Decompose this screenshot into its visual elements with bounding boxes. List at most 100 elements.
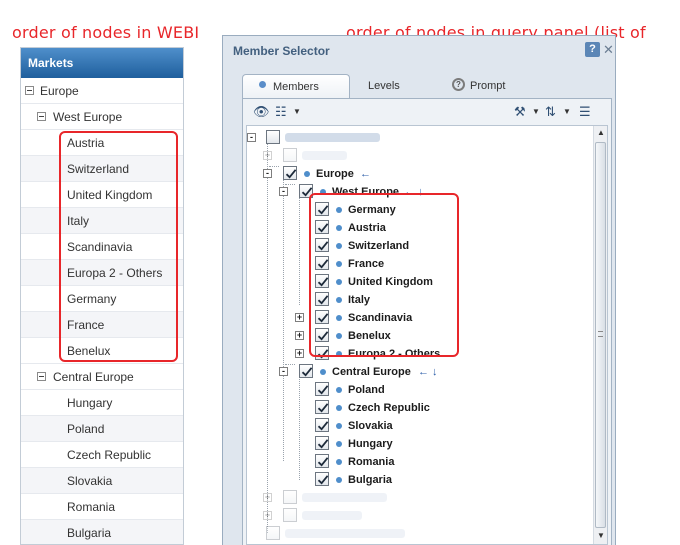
expand-icon[interactable]: + (263, 511, 272, 520)
tree-row-country[interactable]: Hungary (247, 435, 587, 453)
member-checkbox[interactable] (315, 382, 329, 396)
collapse-icon[interactable]: - (279, 367, 288, 376)
member-label: Bulgaria (348, 474, 393, 486)
tree-row-europe[interactable]: - Europe ← (247, 165, 587, 183)
member-icon (336, 441, 342, 447)
webi-header: Markets (21, 48, 183, 78)
annotation-webi: order of nodes in WEBI (12, 23, 200, 42)
tree-root[interactable]: - (247, 129, 587, 147)
webi-row[interactable]: Slovakia (21, 468, 183, 494)
help-button[interactable]: ? (585, 42, 600, 57)
view-dropdown-caret[interactable]: ▼ (293, 107, 301, 116)
tab-members-label: Members (273, 81, 319, 93)
tab-members[interactable]: Members (242, 74, 350, 98)
member-label: Czech Republic (348, 402, 430, 414)
member-checkbox[interactable] (315, 454, 329, 468)
member-icon (320, 369, 326, 375)
webi-row[interactable]: Poland (21, 416, 183, 442)
member-checkbox[interactable] (315, 436, 329, 450)
sort-icon[interactable]: ⇅ (545, 104, 556, 120)
scroll-down-arrow[interactable]: ▼ (596, 531, 606, 541)
tree-row-redacted[interactable]: + (247, 489, 587, 507)
member-icon (336, 423, 342, 429)
tree-scrollbar[interactable]: ▲ ▼ (593, 126, 607, 544)
member-label: Slovakia (348, 420, 393, 432)
close-button[interactable]: ✕ (601, 42, 616, 57)
redacted-label (302, 151, 347, 160)
expand-icon[interactable]: + (263, 151, 272, 160)
reorder-arrows-icon[interactable]: ← (360, 165, 371, 183)
member-checkbox[interactable] (299, 364, 313, 378)
collapse-icon[interactable]: - (279, 187, 288, 196)
expand-icon[interactable]: + (263, 493, 272, 502)
member-icon (336, 405, 342, 411)
tree-row-country[interactable]: Romania (247, 453, 587, 471)
hierarchy-view-icon[interactable]: ☷ (275, 104, 287, 120)
redacted-label (285, 529, 405, 538)
webi-row[interactable]: West Europe (21, 104, 183, 130)
member-icon (336, 477, 342, 483)
member-label: Romania (348, 456, 395, 468)
tree-row-country[interactable]: Poland (247, 381, 587, 399)
member-icon (304, 171, 310, 177)
tab-bar: Members Levels ? Prompt (242, 74, 612, 98)
tree-row-country[interactable]: Slovakia (247, 417, 587, 435)
sort-dropdown-caret[interactable]: ▼ (563, 107, 571, 116)
webi-row-label: Czech Republic (67, 448, 152, 462)
member-checkbox[interactable] (315, 400, 329, 414)
tree-row-redacted[interactable]: + (247, 507, 587, 525)
webi-row-label: Central Europe (53, 370, 134, 384)
member-icon (336, 459, 342, 465)
webi-row-label: West Europe (53, 110, 123, 124)
collapse-icon[interactable] (25, 86, 34, 95)
webi-row-label: Poland (67, 422, 105, 436)
tools-icon[interactable]: ⚒ (514, 104, 526, 120)
members-toolbar: 👁 ☷ ▼ ⚒ ▼ ⇅ ▼ ☰ (243, 99, 611, 125)
redacted-label (302, 511, 362, 520)
member-checkbox[interactable] (266, 130, 280, 144)
webi-row[interactable]: Hungary (21, 390, 183, 416)
webi-row[interactable]: Europe (21, 78, 183, 104)
member-checkbox[interactable] (283, 148, 297, 162)
tree-row-central-europe[interactable]: - Central Europe ← ↓ (247, 363, 587, 381)
expand-icon[interactable]: + (295, 331, 304, 340)
collapse-icon[interactable] (37, 112, 46, 121)
webi-row[interactable]: Bulgaria (21, 520, 183, 544)
scroll-up-arrow[interactable]: ▲ (596, 128, 606, 138)
members-icon (259, 81, 266, 88)
webi-row-label: Europe (40, 84, 79, 98)
query-panel-highlight-box (309, 193, 459, 357)
scroll-thumb[interactable] (595, 142, 606, 528)
tree-options-icon[interactable]: ☰ (579, 104, 591, 120)
collapse-icon[interactable] (37, 372, 46, 381)
member-checkbox[interactable] (315, 418, 329, 432)
tab-levels[interactable]: Levels (368, 74, 400, 98)
webi-highlight-box (59, 131, 178, 362)
expand-icon[interactable]: + (295, 313, 304, 322)
expand-icon[interactable]: + (295, 349, 304, 358)
prompt-icon: ? (452, 78, 465, 91)
member-checkbox[interactable] (283, 508, 297, 522)
webi-row[interactable]: Czech Republic (21, 442, 183, 468)
webi-row-label: Bulgaria (67, 526, 112, 540)
binoculars-icon[interactable]: 👁 (253, 104, 270, 120)
tree-row-country[interactable]: Bulgaria (247, 471, 587, 489)
reorder-arrows-icon[interactable]: ← ↓ (418, 363, 438, 381)
member-checkbox[interactable] (283, 490, 297, 504)
member-checkbox[interactable] (266, 526, 280, 540)
webi-row[interactable]: Central Europe (21, 364, 183, 390)
tree-row-global-region[interactable]: + (247, 147, 587, 165)
collapse-icon[interactable]: - (263, 169, 272, 178)
webi-row[interactable]: Romania (21, 494, 183, 520)
dialog-title: Member Selector (233, 44, 330, 58)
collapse-icon[interactable]: - (247, 133, 256, 142)
redacted-label (302, 493, 387, 502)
member-label: Europe (316, 168, 354, 180)
member-label: Hungary (348, 438, 393, 450)
tree-row-redacted[interactable] (247, 525, 587, 543)
tree-row-country[interactable]: Czech Republic (247, 399, 587, 417)
scroll-grip (598, 331, 603, 337)
member-checkbox[interactable] (315, 472, 329, 486)
tools-dropdown-caret[interactable]: ▼ (532, 107, 540, 116)
member-checkbox[interactable] (283, 166, 297, 180)
